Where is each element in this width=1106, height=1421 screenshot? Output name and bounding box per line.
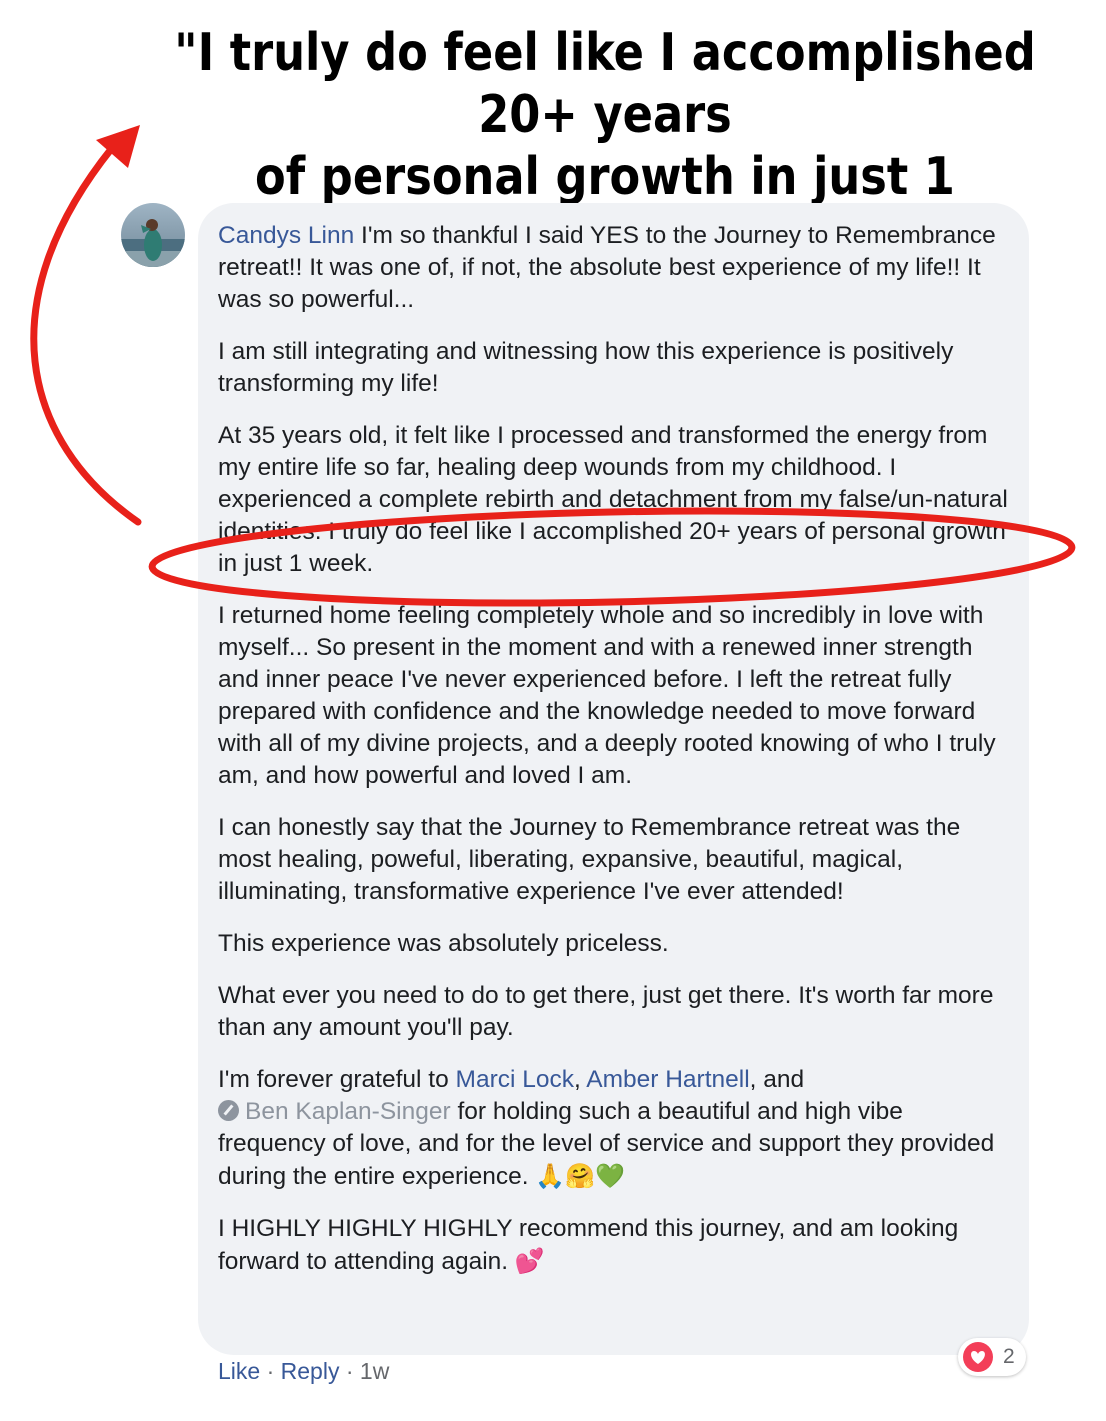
curved-arrow-shaft [30, 144, 142, 526]
comment-paragraph: I'm forever grateful to Marci Lock, Ambe… [218, 1064, 1008, 1193]
author-name-link[interactable]: Candys Linn [218, 222, 354, 249]
separator-dot: · [260, 1358, 281, 1384]
comment-paragraph: I HIGHLY HIGHLY HIGHLY recommend this jo… [218, 1213, 1008, 1278]
comment-text: , [573, 1066, 587, 1093]
reactions-badge[interactable]: 2 [958, 1338, 1026, 1376]
comment-body: Candys Linn I'm so thankful I said YES t… [218, 220, 1008, 1298]
comment-paragraph: I can honestly say that the Journey to R… [218, 814, 961, 905]
emoji-prayer-hug-heart: 🙏🤗💚 [535, 1162, 625, 1190]
comment-paragraph: What ever you need to do to get there, j… [218, 982, 994, 1041]
arrow-head-icon [96, 125, 140, 168]
comment-paragraph: Candys Linn I'm so thankful I said YES t… [218, 220, 1008, 316]
comment-paragraph: This experience was absolutely priceless… [218, 930, 669, 957]
like-button[interactable]: Like [218, 1358, 260, 1384]
reply-button[interactable]: Reply [281, 1358, 340, 1384]
avatar-image [121, 203, 185, 267]
separator-dot: · [339, 1358, 360, 1384]
mention-ben-kaplan-singer[interactable]: Ben Kaplan-Singer [245, 1098, 451, 1125]
reaction-count: 2 [1003, 1345, 1015, 1368]
mention-marci-lock[interactable]: Marci Lock [456, 1066, 574, 1093]
comment-paragraph: I am still integrating and witnessing ho… [218, 338, 954, 397]
headline-line-1: "I truly do feel like I accomplished 20+… [174, 23, 1036, 145]
comment-actions: Like · Reply · 1w [218, 1358, 389, 1385]
emoji-two-hearts: 💕 [514, 1247, 545, 1275]
comment-text: I HIGHLY HIGHLY HIGHLY recommend this jo… [218, 1215, 959, 1275]
avatar[interactable] [121, 203, 185, 267]
pencil-icon [218, 1100, 239, 1121]
heart-icon [963, 1342, 993, 1372]
mention-amber-hartnell[interactable]: Amber Hartnell [586, 1066, 749, 1093]
comment-text: I'm forever grateful to [218, 1066, 456, 1093]
comment-paragraph: I returned home feeling completely whole… [218, 602, 996, 789]
timestamp[interactable]: 1w [360, 1358, 389, 1384]
comment-paragraph: At 35 years old, it felt like I processe… [218, 422, 1008, 577]
comment-text: , and [749, 1066, 805, 1093]
